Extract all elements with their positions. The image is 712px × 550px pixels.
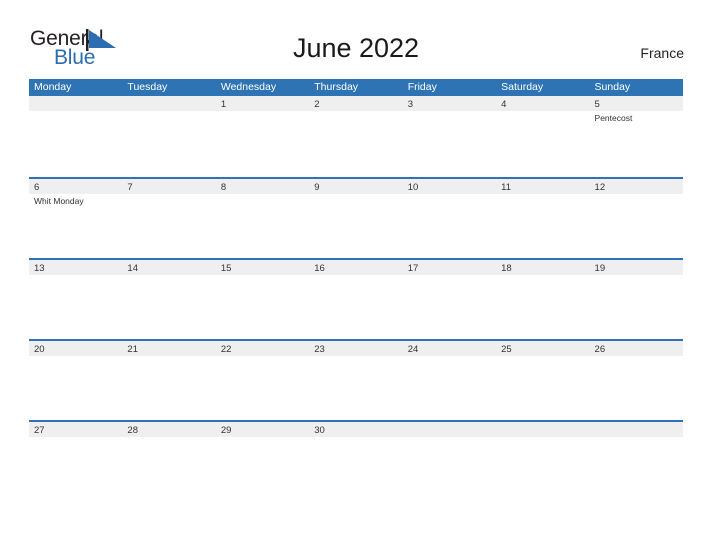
day-number: 29 xyxy=(220,425,232,436)
calendar-day-cell[interactable]: 16 xyxy=(309,260,403,339)
calendar-week-row: 20 21 22 23 24 25 26 xyxy=(29,339,683,420)
day-number: 20 xyxy=(34,344,45,355)
weekday-header-friday: Friday xyxy=(407,81,437,93)
calendar-day-cell-empty xyxy=(29,96,123,177)
calendar-day-cell[interactable]: 29 xyxy=(215,422,310,501)
day-number: 22 xyxy=(220,344,232,355)
day-number: 17 xyxy=(407,263,419,274)
day-number: 5 xyxy=(594,99,600,110)
calendar-day-cell[interactable]: 21 xyxy=(122,341,216,420)
page-title: June 2022 xyxy=(292,33,420,63)
calendar-day-cell[interactable]: 17 xyxy=(402,260,497,339)
calendar-day-cell-empty xyxy=(122,96,216,177)
calendar-day-cell[interactable]: 25 xyxy=(496,341,590,420)
weekday-header-saturday: Saturday xyxy=(501,81,544,93)
day-number: 30 xyxy=(314,425,325,436)
calendar-week-row: 6 Whit Monday 7 8 9 10 11 12 xyxy=(29,177,683,258)
day-number: 14 xyxy=(127,263,138,274)
calendar-day-cell[interactable]: 11 xyxy=(496,179,590,258)
day-event-list: Whit Monday xyxy=(34,195,122,208)
day-number: 27 xyxy=(34,425,45,436)
day-number: 13 xyxy=(34,263,45,274)
holiday-event: Pentecost xyxy=(594,113,633,123)
day-number xyxy=(408,423,496,438)
day-number: 25 xyxy=(501,344,512,355)
calendar-day-cell[interactable]: 28 xyxy=(122,422,216,501)
calendar-day-cell[interactable]: 20 xyxy=(29,341,123,420)
day-number: 1 xyxy=(220,99,227,110)
weekday-header-row: Monday Tuesday Wednesday Thursday Friday… xyxy=(29,79,683,96)
calendar-day-cell[interactable]: 8 xyxy=(215,179,310,258)
weekday-header-sunday: Sunday xyxy=(594,81,631,93)
day-number: 10 xyxy=(407,182,419,193)
calendar-day-cell[interactable]: 14 xyxy=(122,260,216,339)
calendar-day-cell-empty xyxy=(402,422,497,501)
calendar-day-cell[interactable]: 3 xyxy=(402,96,497,177)
calendar-day-cell[interactable]: 10 xyxy=(402,179,497,258)
calendar-week-row: 13 14 15 16 17 18 19 xyxy=(29,258,683,339)
day-number xyxy=(34,97,122,112)
day-number: 23 xyxy=(314,344,325,355)
calendar-week-row: 27 28 29 30 xyxy=(29,420,683,501)
day-number: 26 xyxy=(594,344,606,355)
page-header: General Blue June 2022 France xyxy=(0,0,712,68)
holiday-event: Whit Monday xyxy=(34,196,84,206)
calendar-day-cell[interactable]: 7 xyxy=(122,179,216,258)
day-number: 6 xyxy=(34,182,40,193)
day-number: 7 xyxy=(127,182,133,193)
weekday-header-wednesday: Wednesday xyxy=(220,81,277,93)
day-number xyxy=(501,423,589,438)
calendar-day-cell[interactable]: 27 xyxy=(29,422,123,501)
calendar-day-cell[interactable]: 26 xyxy=(589,341,683,420)
calendar-day-cell-empty xyxy=(589,422,683,501)
day-number: 21 xyxy=(127,344,138,355)
calendar-day-cell[interactable]: 1 xyxy=(215,96,310,177)
calendar-week-row: 1 2 3 4 5 Pentecost xyxy=(29,96,683,177)
day-number: 18 xyxy=(501,263,512,274)
day-number: 19 xyxy=(594,263,606,274)
day-event-list: Pentecost xyxy=(595,112,683,125)
day-number: 4 xyxy=(501,99,507,110)
calendar-day-cell[interactable]: 4 xyxy=(496,96,590,177)
calendar-day-cell[interactable]: 24 xyxy=(402,341,497,420)
calendar-day-cell[interactable]: 15 xyxy=(215,260,310,339)
day-number xyxy=(127,97,215,112)
weekday-header-tuesday: Tuesday xyxy=(127,81,168,93)
day-number xyxy=(595,423,683,438)
weekday-header-thursday: Thursday xyxy=(314,81,359,93)
calendar-day-cell[interactable]: 12 xyxy=(589,179,683,258)
calendar-day-cell[interactable]: 30 xyxy=(309,422,403,501)
calendar-day-cell[interactable]: 22 xyxy=(215,341,310,420)
day-number: 8 xyxy=(220,182,227,193)
calendar-day-cell[interactable]: 5 Pentecost xyxy=(589,96,683,177)
calendar-day-cell[interactable]: 23 xyxy=(309,341,403,420)
calendar-day-cell[interactable]: 13 xyxy=(29,260,123,339)
calendar-day-cell[interactable]: 9 xyxy=(309,179,403,258)
calendar-weeks: 1 2 3 4 5 Pentecost 6 Whit Monday 7 8 9 10 11 12 13 14 1… xyxy=(29,96,683,501)
calendar-day-cell[interactable]: 18 xyxy=(496,260,590,339)
day-number: 9 xyxy=(314,182,320,193)
calendar-day-cell[interactable]: 6 Whit Monday xyxy=(29,179,123,258)
country-label: France xyxy=(640,45,684,61)
day-number: 16 xyxy=(314,263,325,274)
calendar-day-cell[interactable]: 2 xyxy=(309,96,403,177)
day-number: 3 xyxy=(407,99,413,110)
day-number: 15 xyxy=(220,263,232,274)
day-number: 12 xyxy=(594,182,606,193)
day-number: 28 xyxy=(127,425,138,436)
calendar-day-cell-empty xyxy=(496,422,590,501)
day-number: 2 xyxy=(314,99,320,110)
day-number: 11 xyxy=(501,182,511,193)
day-number: 24 xyxy=(407,344,419,355)
calendar-day-cell[interactable]: 19 xyxy=(589,260,683,339)
calendar-grid: Monday Tuesday Wednesday Thursday Friday… xyxy=(29,79,683,501)
weekday-header-monday: Monday xyxy=(34,81,72,93)
